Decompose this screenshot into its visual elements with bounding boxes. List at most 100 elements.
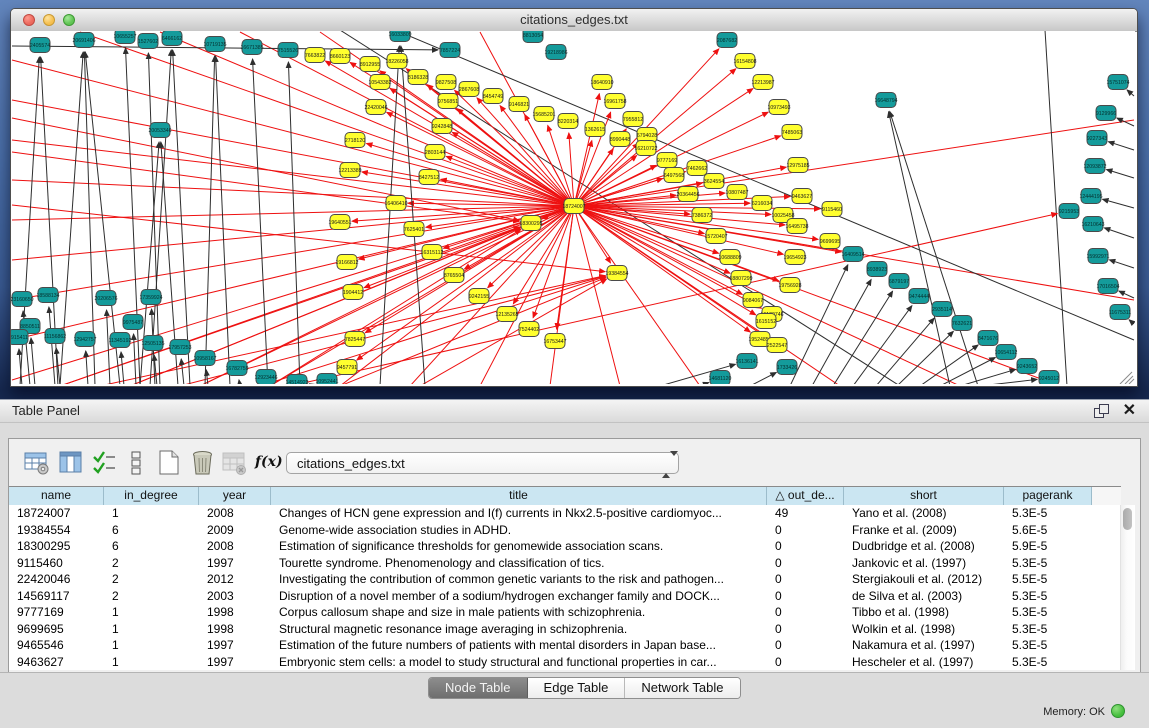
graph-node[interactable]: 12444195 [1079, 189, 1102, 204]
graph-node[interactable]: 7485063 [782, 125, 802, 140]
graph-node[interactable]: 2087682 [717, 33, 737, 48]
graph-node[interactable]: 7825447 [345, 332, 365, 347]
graph-node[interactable]: 9245012 [1039, 371, 1059, 385]
graph-node[interactable]: 8765504 [444, 268, 464, 283]
graph-node[interactable]: 8471676 [978, 331, 998, 346]
graph-node[interactable]: 7632621 [952, 316, 972, 331]
column-header-in_degree[interactable]: in_degree [104, 487, 199, 505]
table-row[interactable]: 946362711997Embryonic stem cells: a mode… [9, 654, 1121, 671]
table-select-dropdown[interactable]: citations_edges.txt [286, 452, 679, 474]
delete-rows-icon[interactable] [189, 449, 216, 476]
graph-node[interactable]: 9129966 [1096, 106, 1116, 121]
graph-node[interactable]: 9975487 [123, 315, 143, 330]
delete-table-icon[interactable] [221, 449, 248, 476]
graph-node[interactable]: 8990448 [610, 132, 630, 147]
tab-node-table[interactable]: Node Table [429, 678, 528, 698]
graph-node[interactable]: 9756851 [438, 94, 458, 109]
graph-node[interactable]: 10807487 [725, 185, 748, 200]
graph-node[interactable]: 7524402 [519, 322, 539, 337]
graph-node[interactable]: 3624554 [704, 174, 724, 189]
table-row[interactable]: 1830029562008Estimation of significance … [9, 538, 1121, 555]
graph-node[interactable]: 10654112 [995, 345, 1018, 360]
graph-node[interactable]: 7663822 [305, 48, 325, 63]
graph-node[interactable]: 1904412 [343, 285, 363, 300]
column-header-year[interactable]: year [199, 487, 271, 505]
column-header-out_degree[interactable]: △ out_de... [767, 487, 844, 505]
table-header-row[interactable]: namein_degreeyeartitle△ out_de...shortpa… [9, 486, 1121, 506]
table-row[interactable]: 1872400712008Changes of HCN gene express… [9, 505, 1121, 522]
table-options-icon[interactable] [23, 449, 50, 476]
graph-node[interactable]: 23160650 [11, 292, 34, 307]
graph-node[interactable]: 9115460 [822, 202, 842, 217]
table-body[interactable]: 1872400712008Changes of HCN gene express… [9, 505, 1121, 670]
graph-node[interactable]: 8938923 [867, 262, 887, 277]
graph-node[interactable]: 9215953 [1059, 204, 1079, 219]
graph-node[interactable]: 16033809 [388, 31, 411, 42]
graph-node[interactable]: 19218986 [544, 45, 567, 60]
graph-node[interactable]: 1362615 [585, 122, 605, 137]
graph-node[interactable]: 16648794 [874, 93, 897, 108]
table-row[interactable]: 946554611997Estimation of the future num… [9, 637, 1121, 654]
graph-node[interactable]: 12975185 [786, 158, 809, 173]
network-graph[interactable]: 1872400718300295193845542405574206914061… [11, 31, 1135, 384]
graph-node[interactable]: 16495738 [785, 219, 808, 234]
graph-node[interactable]: 16753447 [543, 334, 566, 349]
graph-node[interactable]: 9242155 [469, 289, 489, 304]
graph-node[interactable]: 2803144 [425, 145, 445, 160]
graph-node[interactable]: 2718120 [345, 133, 365, 148]
graph-node[interactable]: 12093872 [1083, 159, 1106, 174]
graph-node[interactable]: 8454749 [483, 89, 503, 104]
graph-node[interactable]: 15751074 [1106, 75, 1129, 90]
scrollbar-thumb[interactable] [1123, 508, 1132, 530]
graph-node[interactable]: 20206576 [94, 291, 117, 306]
graph-node[interactable]: 16136141 [735, 354, 758, 369]
graph-node[interactable]: 7515526 [278, 43, 298, 58]
graph-node[interactable]: 9777169 [657, 153, 677, 168]
column-header-pagerank[interactable]: pagerank [1004, 487, 1092, 505]
graph-node[interactable]: 16154808 [733, 54, 756, 69]
graph-node[interactable]: 7462662 [687, 161, 707, 176]
graph-node[interactable]: 7955812 [623, 112, 643, 127]
graph-node[interactable]: 8427512 [419, 170, 439, 185]
graph-node[interactable]: 10543382 [368, 75, 391, 90]
graph-node[interactable]: 6466162 [162, 31, 182, 46]
graph-node[interactable]: 16961758 [603, 94, 626, 109]
graph-node[interactable]: 12942757 [73, 332, 96, 347]
graph-node[interactable]: 19756928 [778, 278, 801, 293]
graph-node[interactable]: 17016504 [1096, 279, 1119, 294]
graph-node[interactable]: 19640551 [328, 215, 351, 230]
function-builder-icon[interactable]: f(x) [255, 449, 282, 476]
graph-node[interactable]: 16210643 [1081, 217, 1104, 232]
graph-node[interactable]: 8186328 [408, 70, 428, 85]
graph-node[interactable]: 9699695 [820, 234, 840, 249]
graph-node[interactable]: 10973493 [767, 100, 790, 115]
graph-node[interactable]: 10655257 [113, 31, 136, 44]
graph-node[interactable]: 9242848 [432, 119, 452, 134]
graph-node[interactable]: 7857224 [440, 43, 460, 58]
graph-node[interactable]: 18588134 [36, 288, 59, 303]
table-row[interactable]: 911546021997Tourette syndrome. Phenomeno… [9, 555, 1121, 572]
graph-node[interactable]: 10958167 [193, 351, 216, 366]
table-vertical-scrollbar[interactable] [1120, 505, 1135, 670]
zoom-window-icon[interactable] [63, 14, 75, 26]
graph-node[interactable]: 18300295 [519, 216, 542, 231]
column-header-title[interactable]: title [271, 487, 767, 505]
graph-node[interactable]: 6879197 [889, 274, 909, 289]
close-window-icon[interactable] [23, 14, 35, 26]
graph-node[interactable]: 20053346 [148, 123, 171, 138]
graph-node[interactable]: 6497568 [664, 168, 684, 183]
graph-node[interactable]: 19654923 [783, 250, 806, 265]
graph-node[interactable]: 9243652 [1017, 359, 1037, 374]
table-row[interactable]: 969969511998Structural magnetic resonanc… [9, 621, 1121, 638]
graph-node[interactable]: 16409514 [841, 247, 864, 262]
graph-node[interactable]: 20364456 [676, 187, 699, 202]
graph-node[interactable]: 11156862 [44, 329, 66, 344]
tab-edge-table[interactable]: Edge Table [528, 678, 626, 698]
graph-node[interactable]: 9474444 [909, 289, 929, 304]
graph-node[interactable]: 16210722 [634, 141, 657, 156]
graph-node[interactable]: 1615152 [756, 314, 776, 329]
graph-node[interactable]: 9084067 [743, 293, 763, 308]
minimize-window-icon[interactable] [43, 14, 55, 26]
graph-node[interactable]: 10952441 [315, 374, 338, 385]
graph-node[interactable]: 7625401 [404, 222, 424, 237]
